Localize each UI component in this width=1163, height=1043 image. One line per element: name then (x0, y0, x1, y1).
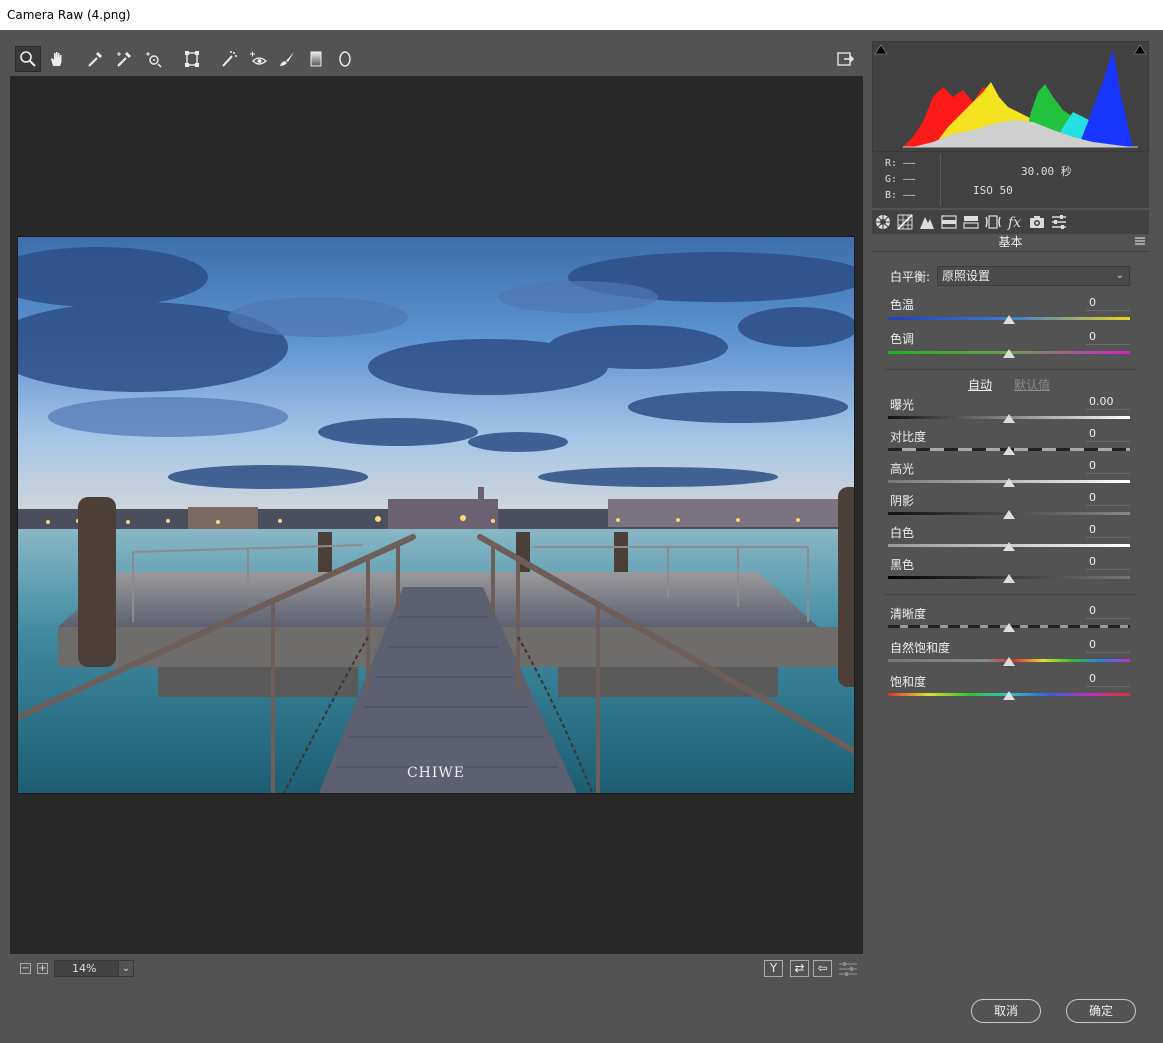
effects-tab-icon[interactable]: fx (1006, 213, 1024, 231)
copy-settings-button[interactable]: ⇦ (813, 960, 832, 977)
auto-link[interactable]: 自动 (968, 376, 992, 393)
temperature-slider-thumb[interactable] (1003, 315, 1015, 324)
photo-watermark: CHIWE (406, 765, 466, 781)
preview-preferences-icon[interactable] (839, 962, 857, 976)
chevron-down-icon: ⌄ (1115, 270, 1124, 281)
zoom-dropdown-chevron-icon[interactable]: ⌄ (118, 960, 134, 977)
contrast-label: 对比度 (890, 430, 927, 444)
contrast-slider-thumb[interactable] (1003, 446, 1015, 455)
saturation-value[interactable]: 0 (1086, 672, 1130, 687)
adjustment-brush-tool-icon[interactable] (274, 46, 300, 72)
exposure-value[interactable]: 0.00 (1086, 395, 1130, 410)
window-title: Camera Raw (4.png) (7, 8, 131, 22)
status-bar: − + 14% ⌄ Y ⇄ ⇦ (10, 955, 863, 982)
spot-removal-tool-icon[interactable] (216, 46, 242, 72)
graduated-filter-tool-icon[interactable] (303, 46, 329, 72)
camera-info: R: —— G: —— B: —— 30.00 秒 ISO 50 (872, 152, 1149, 208)
blacks-label: 黑色 (890, 558, 915, 572)
whites-slider-thumb[interactable] (1003, 542, 1015, 551)
shadows-slider-thumb[interactable] (1003, 510, 1015, 519)
panel-tabs: fx (872, 210, 1149, 234)
zoom-in-button[interactable]: + (37, 963, 48, 974)
window-titlebar: Camera Raw (4.png) (0, 0, 1163, 30)
blacks-value[interactable]: 0 (1086, 555, 1130, 570)
zoom-out-button[interactable]: − (20, 963, 31, 974)
split-toning-tab-icon[interactable] (962, 213, 980, 231)
transform-tool-icon[interactable] (179, 46, 205, 72)
tool-bar (10, 41, 863, 75)
highlights-value[interactable]: 0 (1086, 459, 1130, 474)
lens-corrections-tab-icon[interactable] (984, 213, 1002, 231)
shutter-speed: 30.00 秒 (1021, 165, 1072, 178)
red-eye-removal-tool-icon[interactable] (245, 46, 271, 72)
temperature-label: 色温 (890, 298, 915, 312)
clarity-value[interactable]: 0 (1086, 604, 1130, 619)
vibrance-label: 自然饱和度 (890, 641, 951, 655)
section-divider (884, 369, 1137, 370)
detail-tab-icon[interactable] (918, 213, 936, 231)
zoom-tool-icon[interactable] (15, 46, 41, 72)
white-balance-select[interactable]: 原照设置 ⌄ (937, 266, 1130, 286)
white-balance-label: 白平衡: (890, 270, 931, 284)
saturation-slider-thumb[interactable] (1003, 691, 1015, 700)
radial-filter-tool-icon[interactable] (332, 46, 358, 72)
before-after-view-button[interactable]: Y (764, 960, 783, 977)
info-divider (940, 154, 941, 206)
iso-value: ISO 50 (973, 184, 1013, 197)
saturation-label: 饱和度 (890, 675, 927, 689)
panel-header: 基本 (872, 234, 1149, 252)
r-readout: R: —— (885, 158, 916, 169)
highlight-clipping-icon[interactable] (1133, 44, 1147, 55)
exposure-slider-thumb[interactable] (1003, 414, 1015, 423)
preview-photo: CHIWE (17, 236, 855, 794)
zoom-level-field[interactable]: 14% (54, 960, 124, 977)
histogram-graph (874, 44, 1147, 148)
svg-text:fx: fx (1007, 215, 1021, 230)
ok-button[interactable]: 确定 (1066, 999, 1136, 1023)
targeted-adjustment-tool-icon[interactable] (140, 46, 166, 72)
tone-curve-tab-icon[interactable] (896, 213, 914, 231)
hsl-tab-icon[interactable] (940, 213, 958, 231)
basic-tab-icon[interactable] (874, 213, 892, 231)
presets-tab-icon[interactable] (1050, 213, 1068, 231)
highlights-label: 高光 (890, 462, 915, 476)
vibrance-slider-thumb[interactable] (1003, 657, 1015, 666)
highlights-slider-thumb[interactable] (1003, 478, 1015, 487)
panel-title: 基本 (998, 235, 1023, 249)
temperature-value[interactable]: 0 (1086, 296, 1130, 311)
b-readout: B: —— (885, 190, 916, 201)
shadows-label: 阴影 (890, 494, 915, 508)
default-link[interactable]: 默认值 (1014, 376, 1050, 393)
tint-slider-thumb[interactable] (1003, 349, 1015, 358)
whites-label: 白色 (890, 526, 915, 540)
blacks-slider-thumb[interactable] (1003, 574, 1015, 583)
swap-settings-button[interactable]: ⇄ (790, 960, 809, 977)
clarity-label: 清晰度 (890, 607, 927, 621)
open-preferences-icon[interactable] (832, 46, 858, 72)
tint-value[interactable]: 0 (1086, 330, 1130, 345)
white-balance-tool-icon[interactable] (82, 46, 108, 72)
exposure-label: 曝光 (890, 398, 915, 412)
shadow-clipping-icon[interactable] (874, 44, 888, 55)
camera-calibration-tab-icon[interactable] (1028, 213, 1046, 231)
clarity-slider-thumb[interactable] (1003, 623, 1015, 632)
whites-value[interactable]: 0 (1086, 523, 1130, 538)
cancel-button[interactable]: 取消 (971, 999, 1041, 1023)
section-divider (884, 594, 1137, 595)
tint-label: 色调 (890, 332, 915, 346)
vibrance-value[interactable]: 0 (1086, 638, 1130, 653)
panel-menu-icon[interactable] (1135, 237, 1145, 245)
histogram (872, 41, 1149, 152)
color-sampler-tool-icon[interactable] (111, 46, 137, 72)
g-readout: G: —— (885, 174, 916, 185)
contrast-value[interactable]: 0 (1086, 427, 1130, 442)
shadows-value[interactable]: 0 (1086, 491, 1130, 506)
hand-tool-icon[interactable] (44, 46, 70, 72)
